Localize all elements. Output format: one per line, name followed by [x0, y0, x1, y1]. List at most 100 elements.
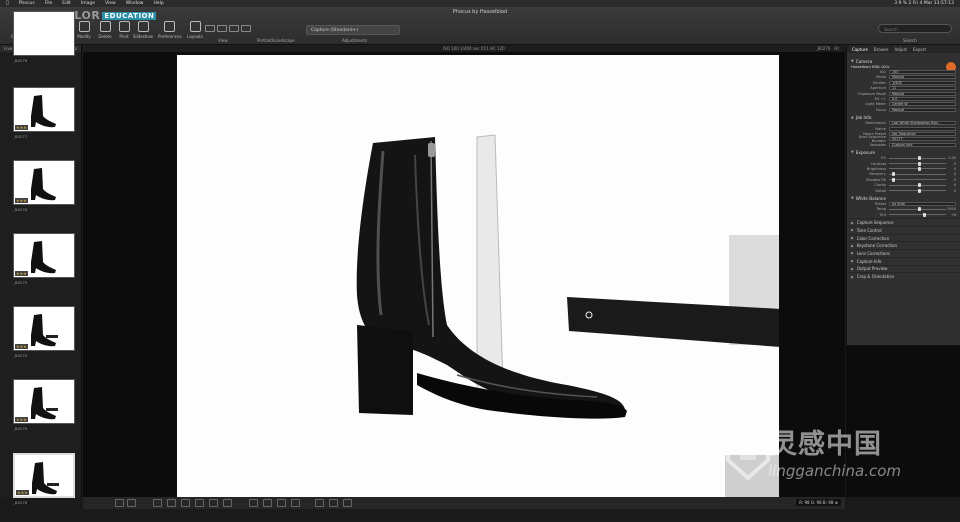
eyedropper-tool-icon[interactable]	[181, 499, 190, 507]
tab-export[interactable]: Export	[913, 47, 926, 52]
setting-value[interactable]	[889, 126, 956, 131]
wb-temp-knob[interactable]	[917, 207, 921, 212]
layout-single-icon[interactable]	[115, 499, 124, 507]
tool-layouts[interactable]: Layouts	[184, 21, 206, 39]
setting-value[interactable]: Centre W	[889, 102, 956, 107]
exposure-value[interactable]: 0	[946, 178, 956, 182]
wb-tint-knob[interactable]	[923, 212, 927, 217]
setting-value[interactable]: Job_Sequence	[889, 131, 956, 136]
hand-tool-icon[interactable]	[209, 499, 218, 507]
menu-item-view[interactable]: View	[105, 1, 116, 6]
rating-stars[interactable]: ★★★	[15, 344, 28, 349]
tool-preferences[interactable]: Preferences	[158, 21, 182, 39]
wb-preset-select[interactable]: As Shot	[889, 201, 956, 206]
thumbnail-0[interactable]	[13, 11, 75, 56]
next-image-icon[interactable]	[329, 499, 338, 507]
exposure-slider[interactable]	[889, 177, 946, 182]
apple-menu-icon[interactable]: 	[6, 1, 9, 6]
search-input[interactable]: Search	[878, 24, 952, 33]
slider-knob[interactable]	[891, 177, 895, 182]
exposure-value[interactable]: 0	[946, 167, 956, 171]
collapsed-tool-0[interactable]: ▶ Capture Sequence	[847, 218, 960, 226]
wb-temp-value[interactable]: 5500	[946, 207, 956, 211]
wb-temp-slider[interactable]	[889, 207, 946, 212]
rating-stars[interactable]: ★★★	[15, 125, 28, 130]
layout-multi-icon[interactable]	[127, 499, 136, 507]
grid-icon[interactable]	[277, 499, 286, 507]
collapsed-tool-2[interactable]: ▶ Color Correction	[847, 233, 960, 242]
crop-tool-icon[interactable]	[153, 499, 162, 507]
view-mode-button-3[interactable]	[241, 25, 251, 32]
slider-knob[interactable]	[917, 188, 921, 193]
exposure-value[interactable]: 0.00	[946, 156, 956, 160]
zoom-level[interactable]: Fit	[834, 46, 839, 51]
rating-stars[interactable]: ★★★	[15, 271, 28, 276]
exposure-value[interactable]: 0	[946, 189, 956, 193]
zoom-tool-icon[interactable]	[223, 499, 232, 507]
setting-value[interactable]: Custom Info	[889, 142, 956, 147]
exposure-slider[interactable]	[889, 188, 946, 193]
view-mode-button-1[interactable]	[217, 25, 227, 32]
thumbnail-5[interactable]: ★★★	[13, 379, 75, 424]
collapsed-tool-6[interactable]: ▶ Output Preview	[847, 264, 960, 273]
collapsed-tool-5[interactable]: ▶ Capture Info	[847, 256, 960, 265]
view-mode-button-0[interactable]	[205, 25, 215, 32]
view-mode-button-2[interactable]	[229, 25, 239, 32]
tab-browse[interactable]: Browse	[874, 47, 889, 52]
setting-value[interactable]: 11	[889, 86, 956, 91]
thumbnail-2[interactable]: ★★★	[13, 160, 75, 205]
thumbnail-3[interactable]: ★★★	[13, 233, 75, 278]
tab-capture[interactable]: Capture	[852, 47, 868, 52]
straighten-tool-icon[interactable]	[167, 499, 176, 507]
menu-item-edit[interactable]: Edit	[62, 1, 71, 6]
thumbnail-6[interactable]: ★★★	[13, 453, 75, 498]
overlay-icon[interactable]	[263, 499, 272, 507]
slider-knob[interactable]	[917, 183, 921, 188]
wb-tint-value[interactable]: +8	[946, 213, 956, 217]
setting-value[interactable]: 100	[889, 70, 956, 75]
rating-stars[interactable]: ★★★	[15, 198, 28, 203]
rotate-icon[interactable]	[343, 499, 352, 507]
exposure-slider[interactable]	[889, 156, 946, 161]
thumbnail-4[interactable]: ★★★	[13, 306, 75, 351]
exposure-value[interactable]: 0	[946, 183, 956, 187]
capture-settings-select[interactable]: Capture (Standard+)	[306, 25, 400, 35]
tool-modify[interactable]: Modify	[73, 21, 95, 39]
tab-adjust[interactable]: Adjust	[894, 47, 907, 52]
exposure-slider[interactable]	[889, 183, 946, 188]
prev-image-icon[interactable]	[315, 499, 324, 507]
slider-knob[interactable]	[917, 166, 921, 171]
menu-item-file[interactable]: File	[45, 1, 53, 6]
mask-icon[interactable]	[291, 499, 300, 507]
slider-knob[interactable]	[891, 172, 895, 177]
menu-item-image[interactable]: Image	[81, 1, 95, 6]
collapsed-tool-7[interactable]: ▶ Crop & Orientation	[847, 272, 960, 280]
setting-value[interactable]: Manual	[889, 91, 956, 96]
compare-icon[interactable]	[249, 499, 258, 507]
wb-tint-slider[interactable]	[889, 212, 946, 217]
collapsed-tool-3[interactable]: ▶ Keystone Correction	[847, 241, 960, 249]
setting-value[interactable]: Manual	[889, 107, 956, 112]
exposure-slider[interactable]	[889, 172, 946, 177]
slider-knob[interactable]	[917, 156, 921, 161]
collapsed-tool-4[interactable]: ▶ Lens Corrections	[847, 249, 960, 257]
menu-item-window[interactable]: Window	[126, 1, 144, 6]
slider-knob[interactable]	[917, 161, 921, 166]
setting-value[interactable]: 0.0	[889, 97, 956, 102]
exposure-value[interactable]: 0	[946, 162, 956, 166]
exposure-slider[interactable]	[889, 161, 946, 166]
exposure-slider[interactable]	[889, 166, 946, 171]
rating-stars[interactable]: ★★★	[16, 490, 29, 495]
menu-item-phocus[interactable]: Phocus	[19, 1, 35, 6]
collapsed-tool-1[interactable]: ▶ Tone Control	[847, 226, 960, 234]
color-picker-icon[interactable]	[195, 499, 204, 507]
setting-value[interactable]: Lab White Shadowless Boo...	[889, 121, 956, 126]
setting-value[interactable]: Manual	[889, 75, 956, 80]
rating-stars[interactable]: ★★★	[15, 417, 28, 422]
exposure-value[interactable]: 0	[946, 172, 956, 176]
menu-item-help[interactable]: Help	[153, 1, 163, 6]
boot-photo[interactable]	[177, 55, 779, 500]
tool-slideshow[interactable]: Slideshow	[132, 21, 154, 39]
thumbnail-1[interactable]: ★★★	[13, 87, 75, 132]
setting-value[interactable]: 1/400	[889, 80, 956, 85]
